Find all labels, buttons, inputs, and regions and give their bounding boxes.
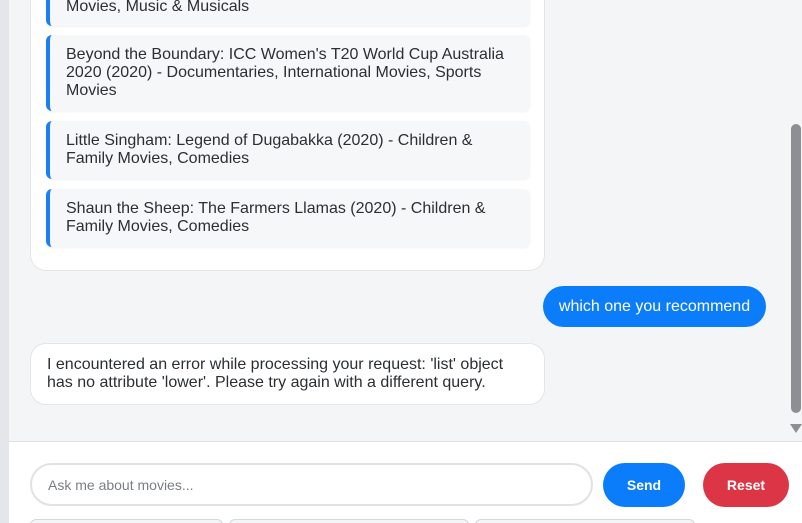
user-message-bubble: which one you recommend: [543, 286, 766, 327]
movie-list-item: Little Singham: Legend of Dugabakka (202…: [46, 121, 530, 179]
movie-list-item-text: Movies, Music & Musicals: [66, 0, 250, 15]
reset-button[interactable]: Reset: [703, 463, 789, 507]
chat-message-input[interactable]: [30, 463, 593, 506]
send-button[interactable]: Send: [603, 463, 685, 507]
chat-input-bar: Send Reset: [9, 441, 802, 523]
movie-list-item-text: Little Singham: Legend of Dugabakka (202…: [66, 132, 473, 167]
movie-list-item: Shaun the Sheep: The Farmers Llamas (202…: [46, 189, 530, 247]
bot-error-text: I encountered an error while processing …: [47, 356, 504, 391]
movie-list-item: Beyond the Boundary: ICC Women's T20 Wor…: [46, 35, 530, 111]
scrollbar-thumb[interactable]: [791, 124, 801, 413]
movie-list-item-text: Beyond the Boundary: ICC Women's T20 Wor…: [66, 46, 504, 99]
user-message-text: which one you recommend: [558, 298, 751, 315]
suggestion-chip[interactable]: [229, 519, 469, 523]
bot-message-error: I encountered an error while processing …: [30, 343, 545, 405]
suggestion-chip[interactable]: [475, 519, 695, 523]
chat-scrollbar[interactable]: [789, 0, 802, 441]
movie-list-item-text: Shaun the Sheep: The Farmers Llamas (202…: [66, 200, 486, 235]
bot-message-movie-list: Movies, Music & Musicals Beyond the Boun…: [30, 0, 545, 271]
scroll-down-arrow-icon[interactable]: [790, 424, 802, 433]
movie-list-item: Movies, Music & Musicals: [46, 0, 530, 26]
chat-messages-panel[interactable]: Movies, Music & Musicals Beyond the Boun…: [9, 0, 789, 441]
suggestion-chip[interactable]: [30, 519, 223, 523]
page-left-edge: [0, 0, 9, 523]
